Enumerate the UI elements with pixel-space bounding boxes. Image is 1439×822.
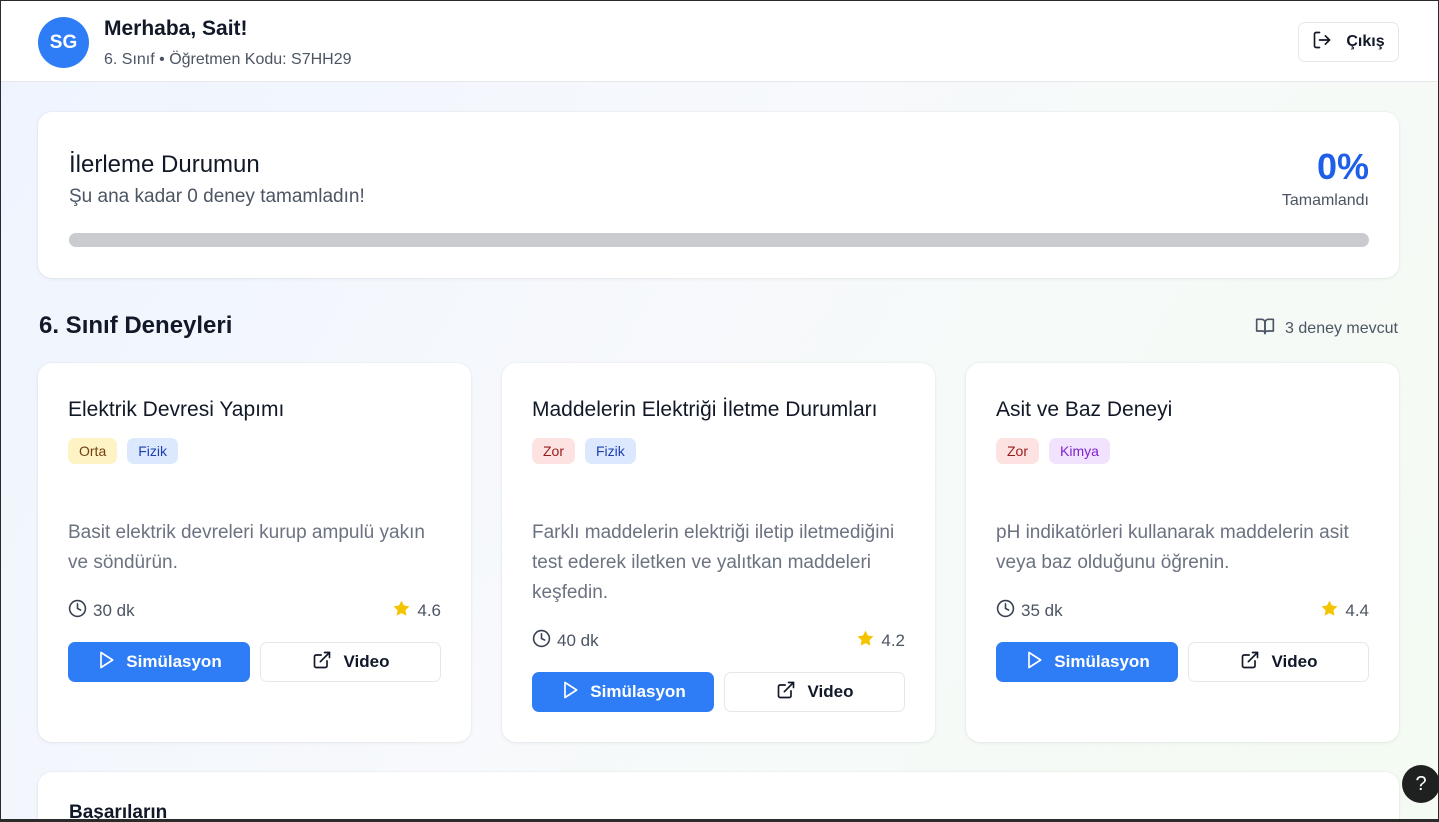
duration-label: 30 dk (93, 601, 135, 620)
external-link-icon (312, 650, 332, 675)
experiment-card: Maddelerin Elektriği İletme Durumları Zo… (502, 363, 935, 742)
experiment-rating: 4.6 (392, 599, 441, 623)
video-button[interactable]: Video (260, 642, 441, 682)
experiment-count: 3 deney mevcut (1255, 316, 1398, 341)
play-icon (560, 680, 580, 705)
progress-title: İlerleme Durumun (69, 151, 260, 178)
simulation-label: Simülasyon (590, 682, 686, 701)
experiment-description: Farklı maddelerin elektriği iletip iletm… (532, 522, 895, 603)
simulation-button[interactable]: Simülasyon (68, 642, 250, 682)
achievements-card: Başarıların (38, 772, 1399, 822)
grade-label: 6. Sınıf (104, 51, 155, 68)
experiment-title: Maddelerin Elektriği İletme Durumları (532, 398, 878, 421)
star-icon (392, 599, 411, 623)
external-link-icon (776, 680, 796, 705)
subject-badge: Fizik (585, 438, 636, 464)
top-header: SG Merhaba, Sait! 6. Sınıf • Öğretmen Ko… (1, 1, 1438, 82)
video-label: Video (343, 652, 390, 671)
video-label: Video (807, 682, 854, 701)
external-link-icon (1240, 650, 1260, 675)
rating-label: 4.6 (417, 601, 441, 620)
progress-percent-label: Tamamlandı (1281, 192, 1369, 209)
greeting-title: Merhaba, Sait! (104, 17, 248, 40)
video-button[interactable]: Video (1188, 642, 1369, 682)
simulation-label: Simülasyon (1054, 652, 1150, 671)
play-icon (1024, 650, 1044, 675)
subject-badge: Fizik (127, 438, 179, 464)
teacher-code: Öğretmen Kodu: S7HH29 (169, 51, 352, 68)
clock-icon (996, 599, 1015, 623)
star-icon (1320, 599, 1339, 623)
experiment-card: Asit ve Baz Deneyi Zor Kimya pH indikatö… (966, 363, 1399, 742)
experiment-rating: 4.2 (856, 629, 905, 653)
rating-label: 4.4 (1345, 601, 1369, 620)
difficulty-badge: Zor (996, 438, 1039, 464)
experiment-card: Elektrik Devresi Yapımı Orta Fizik Basit… (38, 363, 471, 742)
simulation-button[interactable]: Simülasyon (996, 642, 1178, 682)
experiment-duration: 30 dk (68, 599, 135, 623)
progress-subtitle: Şu ana kadar 0 deney tamamladın! (69, 186, 365, 207)
logout-icon (1312, 30, 1332, 55)
simulation-label: Simülasyon (126, 652, 222, 671)
avatar[interactable]: SG (38, 17, 89, 68)
progress-card: İlerleme Durumun Şu ana kadar 0 deney ta… (38, 112, 1399, 278)
experiment-duration: 40 dk (532, 629, 599, 653)
book-icon (1255, 316, 1275, 341)
rating-label: 4.2 (881, 631, 905, 650)
help-button[interactable]: ? (1402, 765, 1439, 803)
logout-button[interactable]: Çıkış (1298, 22, 1399, 62)
simulation-button[interactable]: Simülasyon (532, 672, 714, 712)
experiment-description: pH indikatörleri kullanarak maddelerin a… (996, 522, 1349, 573)
experiment-title: Elektrik Devresi Yapımı (68, 398, 285, 421)
video-label: Video (1271, 652, 1318, 671)
section-title: 6. Sınıf Deneyleri (39, 312, 233, 339)
info-separator: • (154, 51, 170, 68)
play-icon (96, 650, 116, 675)
difficulty-badge: Orta (68, 438, 118, 464)
experiment-rating: 4.4 (1320, 599, 1369, 623)
clock-icon (68, 599, 87, 623)
clock-icon (532, 629, 551, 653)
star-icon (856, 629, 875, 653)
logout-label: Çıkış (1346, 33, 1385, 50)
experiment-count-label: 3 deney mevcut (1285, 319, 1398, 337)
duration-label: 35 dk (1021, 601, 1063, 620)
experiment-duration: 35 dk (996, 599, 1063, 623)
subject-badge: Kimya (1049, 438, 1110, 464)
progress-percent: 0% (1316, 146, 1369, 187)
video-button[interactable]: Video (724, 672, 905, 712)
user-subinfo: 6. Sınıf • Öğretmen Kodu: S7HH29 (104, 51, 352, 69)
experiment-description: Basit elektrik devreleri kurup ampulü ya… (68, 522, 425, 573)
progress-bar (69, 233, 1369, 247)
duration-label: 40 dk (557, 631, 599, 650)
experiment-title: Asit ve Baz Deneyi (996, 398, 1173, 421)
difficulty-badge: Zor (532, 438, 575, 464)
